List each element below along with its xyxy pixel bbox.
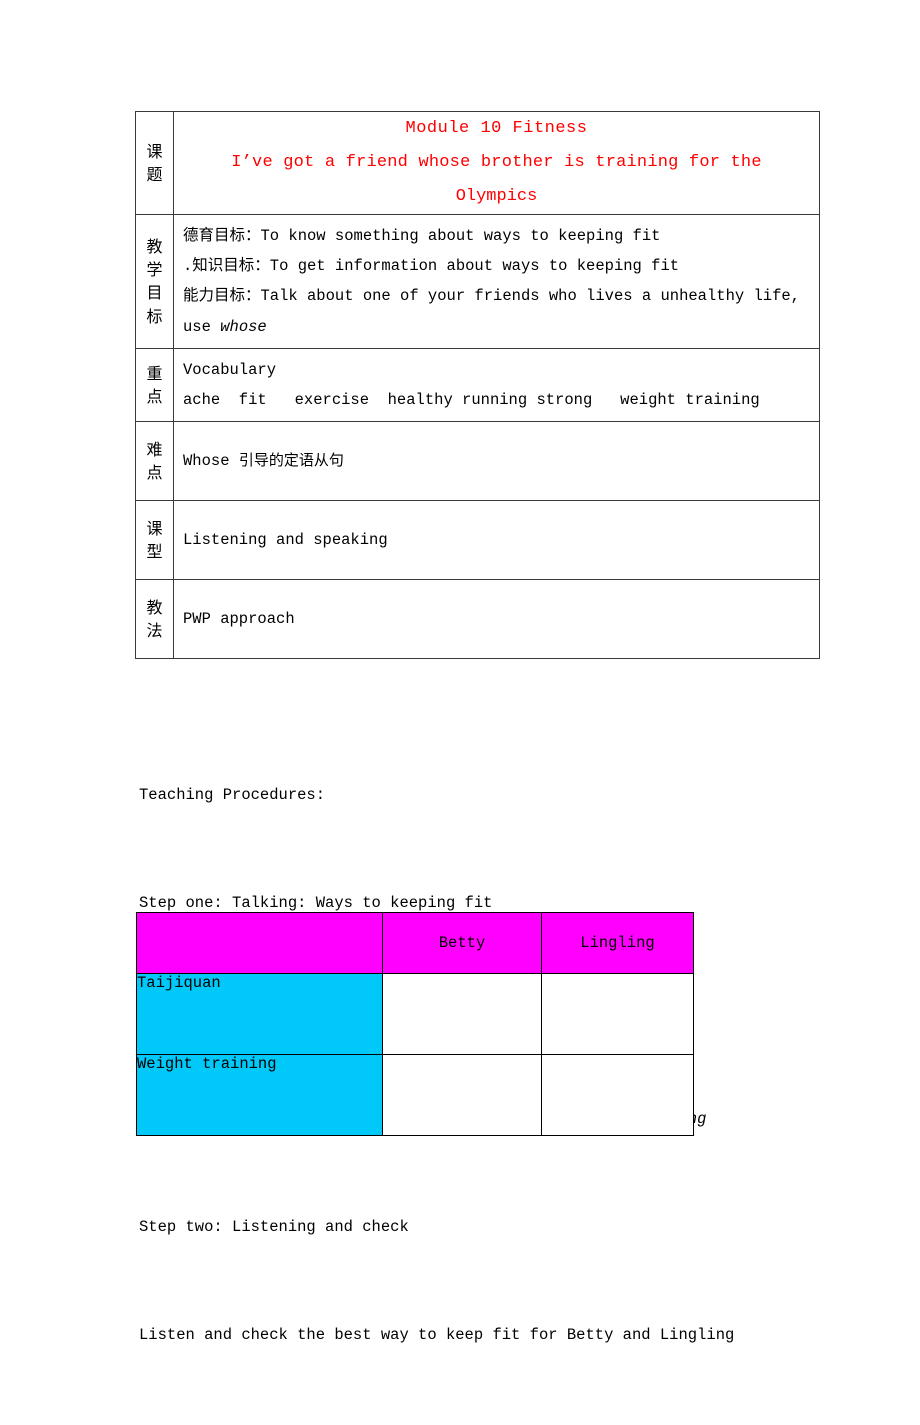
check-cell-taijiquan-lingling[interactable] [541, 973, 694, 1055]
row-label-char: 题 [146, 165, 163, 184]
table-row: Taijiquan [136, 973, 694, 1055]
listening-check-table: Betty Lingling Taijiquan Weight training [136, 912, 694, 1136]
row-label-method: 教 法 [135, 579, 174, 660]
table-row: 难 点 Whose 引导的定语从句 [135, 421, 820, 502]
check-cell-weight-lingling[interactable] [541, 1054, 694, 1136]
title-line-olympics: Olympics [455, 187, 538, 206]
check-row-label-weight-training: Weight training [136, 1054, 383, 1136]
lesson-info-table: 课 题 Module 10 Fitness I’ve got a friend … [135, 111, 820, 660]
objective-ability-continued: use whose [183, 312, 810, 342]
row-label-difficulty: 难 点 [135, 421, 174, 502]
table-row: Weight training [136, 1054, 694, 1136]
objective-moral: 德育目标：To know something about ways to kee… [183, 227, 661, 245]
difficulty-cell: Whose 引导的定语从句 [173, 421, 820, 502]
row-label-objectives: 教 学 目 标 [135, 214, 174, 349]
lesson-type-cell: Listening and speaking [173, 500, 820, 581]
procedures-heading: Teaching Procedures: [139, 786, 326, 804]
objective-ability: 能力目标：Talk about one of your friends who … [183, 287, 800, 306]
row-label-char: 目 [146, 283, 163, 303]
title-line-sentence: I’ve got a friend whose brother is train… [231, 153, 762, 172]
row-label-char: 课 [146, 141, 163, 161]
row-label-char: 学 [146, 260, 163, 280]
check-row-label-taijiquan: Taijiquan [136, 973, 383, 1055]
row-label-char: 教 [146, 598, 163, 618]
check-header-blank [136, 912, 383, 974]
table-header-row: Betty Lingling [136, 912, 694, 974]
row-label-char: 难 [146, 440, 163, 460]
keypoints-cell: Vocabulary ache fit exercise healthy run… [173, 347, 820, 423]
row-label-char: 标 [146, 306, 163, 326]
method-cell: PWP approach [173, 579, 820, 660]
row-label-char: 法 [146, 621, 163, 641]
check-cell-taijiquan-betty[interactable] [382, 973, 542, 1055]
row-label-lesson-type: 课 型 [135, 500, 174, 581]
document-page: 课 题 Module 10 Fitness I’ve got a friend … [0, 0, 920, 1344]
row-label-topic: 课 题 [135, 111, 174, 215]
row-label-char: 重 [146, 363, 163, 383]
table-row: 教 学 目 标 德育目标：To know something about way… [135, 214, 820, 349]
keypoints-wordlist: ache fit exercise healthy running strong… [183, 391, 760, 410]
difficulty-text-en: Whose [183, 452, 239, 471]
title-line-module: Module 10 Fitness [405, 119, 588, 138]
table-row: 课 题 Module 10 Fitness I’ve got a friend … [135, 111, 820, 215]
table-row: 重 点 Vocabulary ache fit exercise healthy… [135, 347, 820, 423]
procedure-listen-check: Listen and check the best way to keep fi… [139, 1326, 735, 1344]
check-header-betty: Betty [382, 912, 542, 974]
check-header-lingling: Lingling [541, 912, 694, 974]
keypoints-heading: Vocabulary [183, 360, 277, 379]
procedure-step-two: Step two: Listening and check [139, 1218, 409, 1236]
table-row: 课 型 Listening and speaking [135, 500, 820, 581]
row-label-char: 教 [146, 237, 163, 257]
check-cell-weight-betty[interactable] [382, 1054, 542, 1136]
objective-use-prefix: use [183, 317, 221, 336]
row-label-char: 型 [146, 542, 163, 562]
row-label-char: 点 [146, 387, 163, 407]
objective-knowledge: .知识目标：To get information about ways to k… [183, 257, 680, 276]
row-label-char: 课 [146, 519, 163, 539]
objective-whose-italic: whose [220, 317, 267, 336]
table-row: 教 法 PWP approach [135, 579, 820, 660]
difficulty-text-cn: 引导的定语从句 [238, 451, 344, 470]
lesson-title-cell: Module 10 Fitness I’ve got a friend whos… [173, 111, 820, 215]
row-label-char: 点 [146, 463, 163, 483]
objectives-cell: 德育目标：To know something about ways to kee… [173, 214, 820, 349]
row-label-keypoints: 重 点 [135, 347, 174, 423]
